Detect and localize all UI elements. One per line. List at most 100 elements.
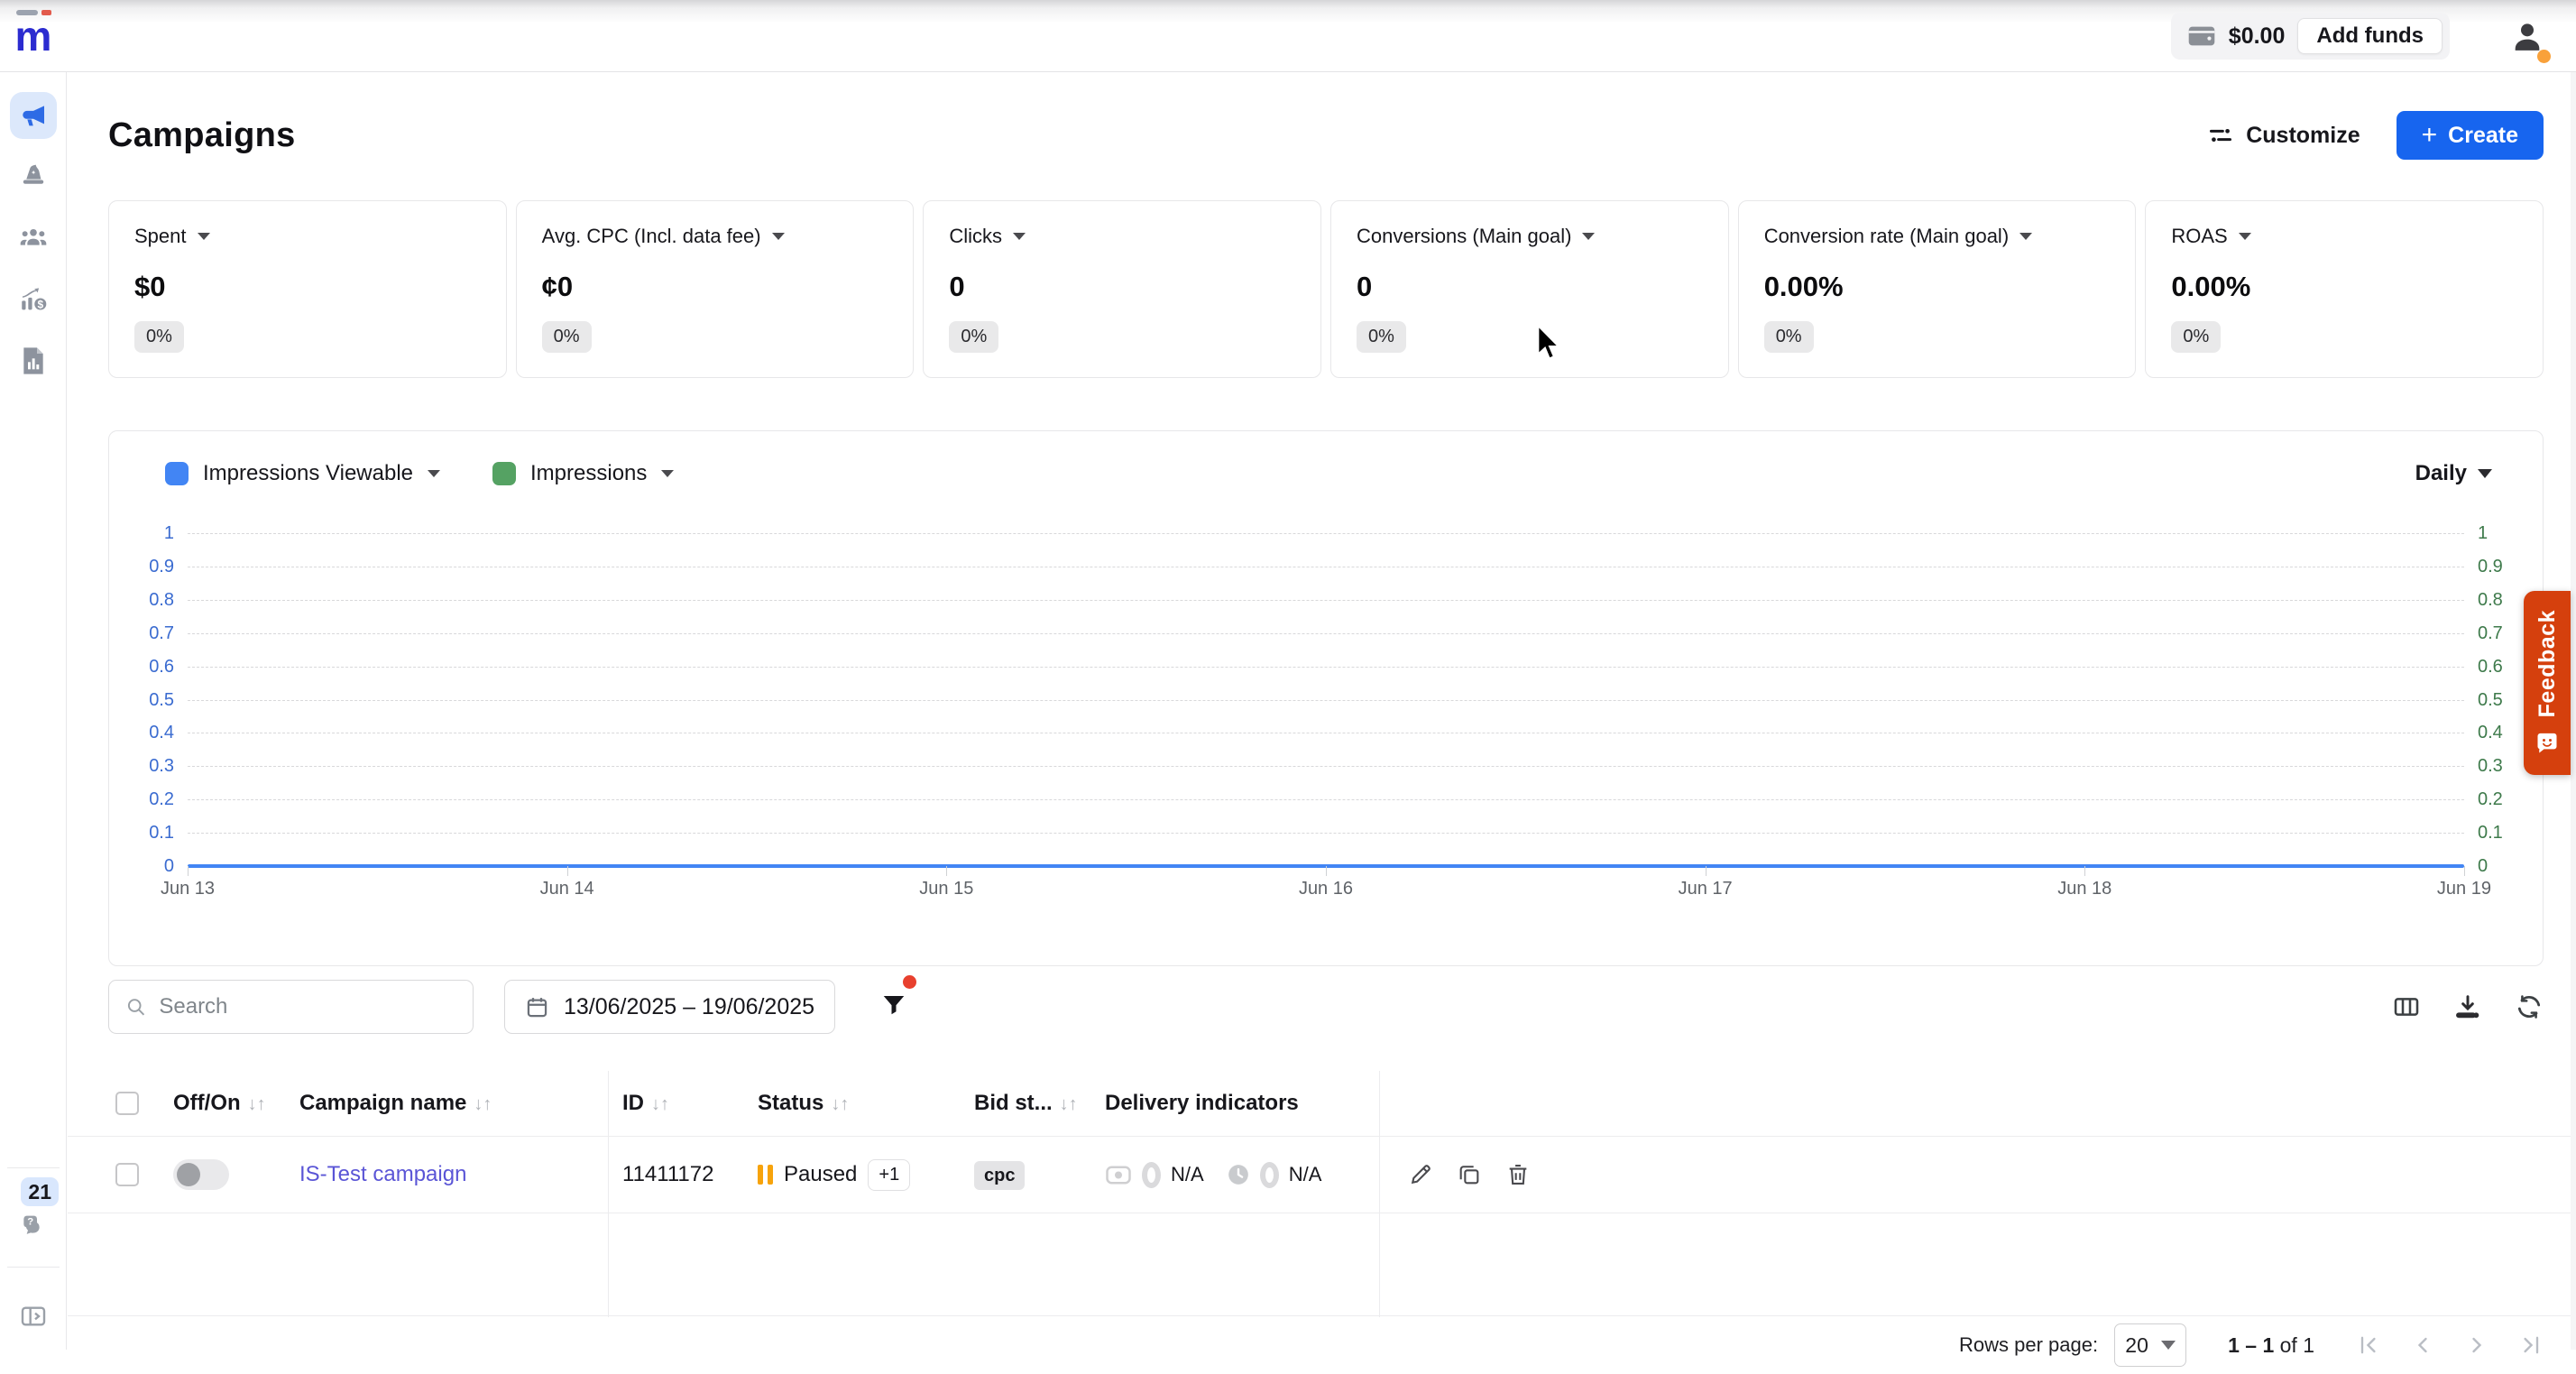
duplicate-icon[interactable] [1457,1162,1482,1187]
y-tick-label: 0.1 [2464,824,2543,842]
header-actions: Customize + Create [2208,111,2544,160]
column-divider [608,1071,609,1317]
columns-icon[interactable] [2392,992,2421,1021]
metric-card-spent: Spent $0 0% [108,200,507,378]
metric-dropdown[interactable]: Spent [134,225,481,248]
refresh-icon[interactable] [2515,992,2544,1021]
y-tick-label: 0.2 [109,790,188,808]
y-axis-left: 10.90.80.70.60.50.40.30.20.10 [109,533,188,866]
customize-button[interactable]: Customize [2208,123,2360,149]
campaign-name-link[interactable]: IS-Test campaign [299,1162,466,1186]
metric-dropdown[interactable]: Avg. CPC (Incl. data fee) [542,225,888,248]
page-header: Campaigns Customize + Create [68,72,2576,161]
legend-swatch-green [492,462,516,485]
chevron-down-icon [1582,233,1595,240]
delete-icon[interactable] [1505,1162,1531,1187]
calendar-icon [525,995,549,1019]
create-button[interactable]: + Create [2397,111,2544,160]
header-campaign-name[interactable]: Campaign name↓↑ [299,1091,608,1116]
metric-dropdown[interactable]: Conversion rate (Main goal) [1764,225,2111,248]
header-bid-strategy[interactable]: Bid st...↓↑ [974,1091,1105,1116]
scrollbar-track[interactable] [2571,72,2576,1350]
sidebar-item-campaigns[interactable] [10,92,57,139]
select-all-checkbox[interactable] [115,1092,139,1115]
metric-cards-row: Spent $0 0% Avg. CPC (Incl. data fee) ¢0… [108,200,2544,378]
header-off-on[interactable]: Off/On↓↑ [173,1091,299,1116]
gridline [188,833,2464,834]
status-extra-chip[interactable]: +1 [868,1159,910,1191]
x-tick [946,866,947,876]
x-tick-label: Jun 14 [540,879,594,899]
y-tick-label: 0.9 [109,558,188,576]
sidebar-item-reports[interactable] [10,337,57,384]
x-tick [188,866,189,876]
y-tick-label: 0.2 [2464,790,2543,808]
balance-amount: $0.00 [2229,23,2286,50]
paused-icon [758,1165,773,1185]
metric-dropdown[interactable]: Conversions (Main goal) [1357,225,1703,248]
sidebar-item-audiences[interactable] [10,215,57,262]
app-logo[interactable]: m [11,9,56,58]
customize-sliders-icon [2208,123,2233,148]
download-icon[interactable] [2453,992,2482,1021]
interval-dropdown[interactable]: Daily [2415,461,2492,486]
y-tick-label: 0.3 [109,757,188,775]
plus-icon: + [2422,122,2438,149]
legend-impressions-viewable[interactable]: Impressions Viewable [165,461,440,486]
filter-button[interactable] [880,991,911,1022]
y-tick-label: 0.9 [2464,558,2543,576]
previous-page-button[interactable] [2410,1333,2435,1358]
chart-legend: Impressions Viewable Impressions Daily [109,456,2543,491]
empty-table-area [68,1213,2576,1316]
last-page-button[interactable] [2518,1333,2544,1358]
metric-value: 0.00% [1764,271,2111,303]
sidebar-item-creatives-wizard[interactable] [10,153,57,200]
metric-dropdown[interactable]: ROAS [2171,225,2517,248]
pager-nav [2356,1333,2544,1358]
report-document-icon [20,346,47,375]
help-button[interactable]: ? [19,1212,48,1245]
header-status[interactable]: Status↓↑ [758,1091,974,1116]
x-tick-label: Jun 15 [919,879,973,899]
y-tick-label: 1 [109,524,188,542]
search-input[interactable] [159,994,456,1019]
logo-letter: m [11,14,56,58]
people-group-icon [18,223,49,254]
campaign-toggle[interactable] [173,1159,229,1190]
date-range-picker[interactable]: 13/06/2025 – 19/06/2025 [504,980,835,1034]
pagination-range: 1 – 1 of 1 [2228,1333,2314,1358]
gridline [188,600,2464,601]
metric-value: 0.00% [2171,271,2517,303]
status-label: Paused [784,1162,857,1187]
legend-label: Impressions Viewable [203,461,413,486]
toggle-knob [177,1163,200,1186]
row-checkbox[interactable] [115,1163,139,1186]
next-page-button[interactable] [2464,1333,2489,1358]
date-range-value: 13/06/2025 – 19/06/2025 [564,994,814,1020]
metric-change-badge: 0% [949,321,998,353]
add-funds-button[interactable]: Add funds [2297,18,2443,54]
metric-card-conversions: Conversions (Main goal) 0 0% [1330,200,1729,378]
first-page-button[interactable] [2356,1333,2381,1358]
legend-impressions[interactable]: Impressions [492,461,674,486]
svg-text:$: $ [37,298,43,310]
bid-type-badge: cpc [974,1161,1025,1190]
x-axis: Jun 13Jun 14Jun 15Jun 16Jun 17Jun 18Jun … [188,879,2464,899]
balance-pill[interactable]: $0.00 Add funds [2171,13,2450,60]
metric-dropdown[interactable]: Clicks [949,225,1295,248]
legend-swatch-blue [165,462,189,485]
page-title: Campaigns [108,116,296,155]
sidebar-item-conversions[interactable]: $ [10,276,57,323]
avatar[interactable] [2509,18,2545,54]
metric-value: $0 [134,271,481,303]
chevron-down-icon [772,233,785,240]
rows-per-page-select[interactable]: 20 [2114,1323,2186,1367]
sidebar-bottom: 21 ? [0,1158,66,1350]
expand-sidebar-button[interactable] [19,1302,48,1335]
edit-icon[interactable] [1408,1162,1433,1187]
header-id[interactable]: ID↓↑ [608,1091,758,1116]
y-tick-label: 0.8 [109,591,188,609]
feedback-tab[interactable]: Feedback [2524,591,2571,775]
sort-icon: ↓↑ [474,1094,492,1114]
pagination-bar: Rows per page: 20 1 – 1 of 1 [68,1316,2576,1374]
